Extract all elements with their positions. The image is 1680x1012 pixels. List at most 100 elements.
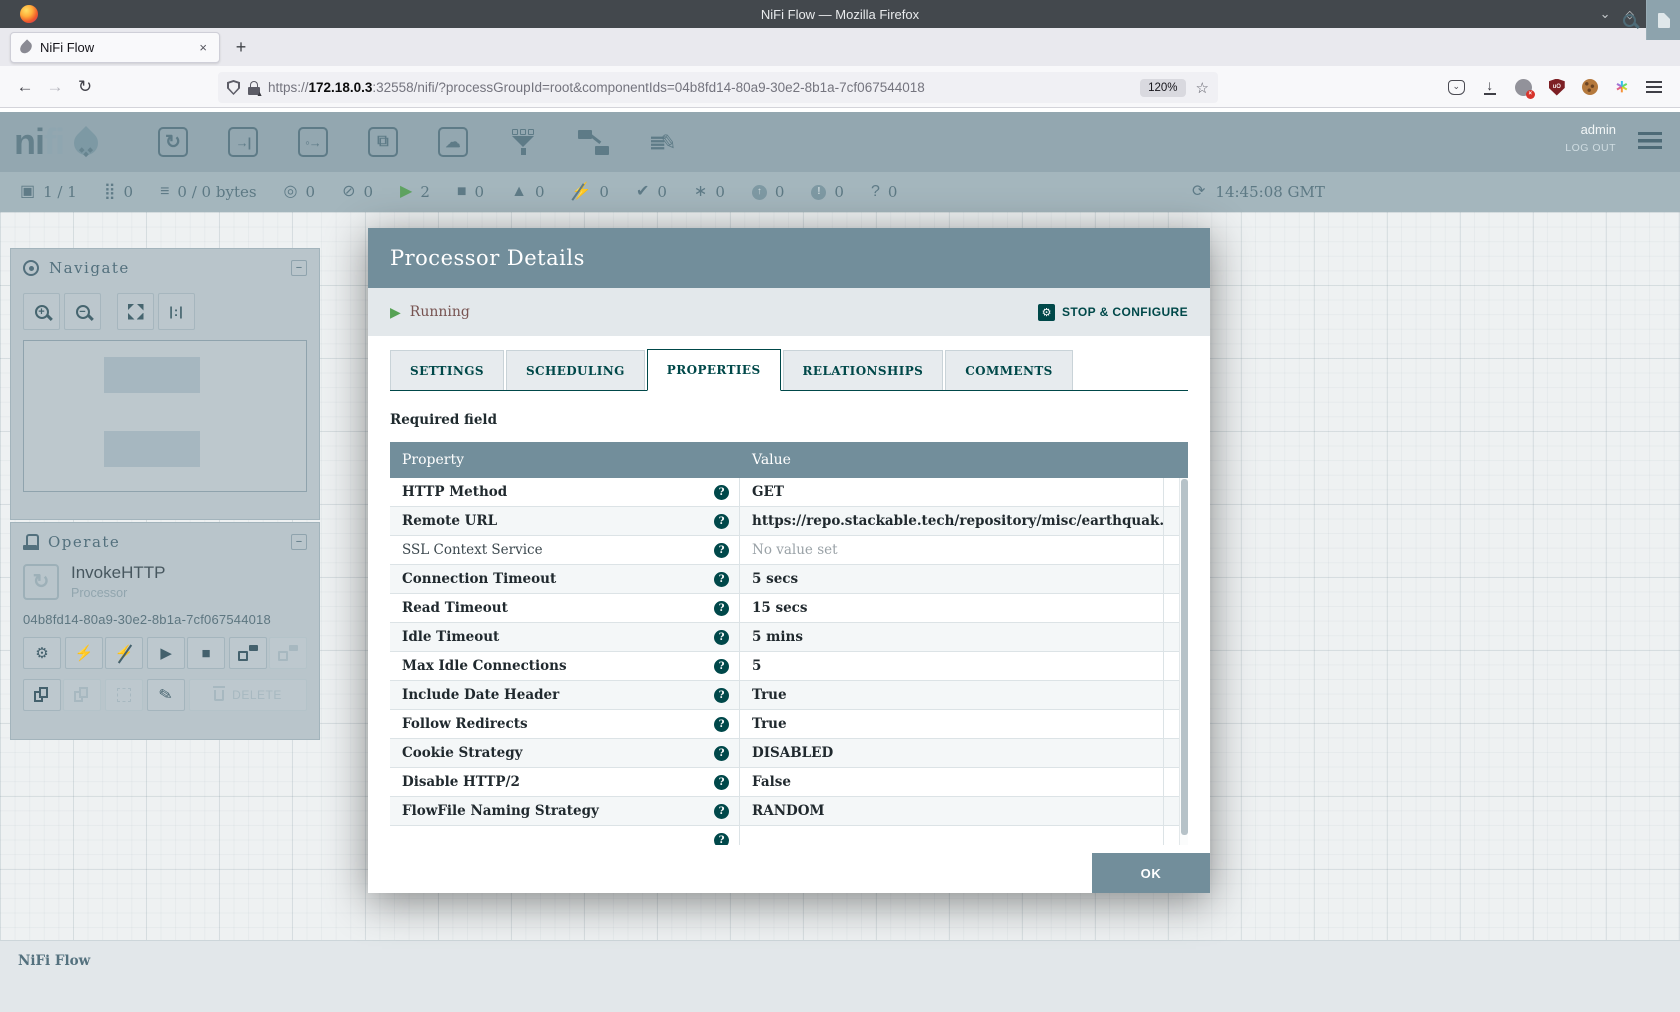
new-tab-button[interactable]: +	[228, 34, 254, 60]
disable-button[interactable]: ⚡	[105, 637, 143, 669]
ublock-origin-icon[interactable]: uO	[1549, 79, 1565, 96]
url-bar[interactable]: ▲ https://172.18.0.3:32558/nifi/?process…	[218, 72, 1218, 103]
logout-link[interactable]: LOG OUT	[1565, 142, 1616, 154]
tab-close-icon[interactable]: ×	[197, 40, 209, 55]
not-transmitting-icon: ⊘	[342, 184, 355, 200]
tab-SCHEDULING[interactable]: SCHEDULING	[506, 350, 645, 390]
brush-icon: ✎	[157, 684, 174, 706]
breadcrumb[interactable]: NiFi Flow	[18, 953, 90, 969]
property-row: Follow Redirects True	[390, 710, 1179, 739]
tab-SETTINGS[interactable]: SETTINGS	[390, 350, 504, 390]
up-to-date-icon: ✔	[636, 184, 649, 200]
enable-button[interactable]: ⚡	[65, 637, 103, 669]
zoom-in-icon: +	[35, 305, 49, 319]
drag-processor-icon[interactable]: ↻	[154, 123, 192, 161]
drag-remote-process-group-icon[interactable]: ☁	[434, 123, 472, 161]
property-row: Disable HTTP/2 False	[390, 768, 1179, 797]
property-row	[390, 826, 1179, 845]
hand-icon	[23, 534, 38, 550]
pocket-icon[interactable]: ⌄	[1448, 80, 1465, 95]
extension-proxy-icon[interactable]: ×	[1515, 79, 1532, 96]
property-row: HTTP Method GET	[390, 478, 1179, 507]
tab-PROPERTIES[interactable]: PROPERTIES	[647, 349, 781, 391]
ok-button[interactable]: OK	[1092, 853, 1210, 893]
running-icon: ▶	[400, 184, 412, 200]
page-zoom-badge[interactable]: 120%	[1140, 79, 1185, 97]
property-row: Cookie Strategy DISABLED	[390, 739, 1179, 768]
downloads-icon[interactable]: ↓	[1482, 79, 1498, 95]
stop-and-configure-button[interactable]: ⚙ STOP & CONFIGURE	[1038, 304, 1188, 321]
help-icon[interactable]	[714, 543, 729, 558]
bookmark-star-icon[interactable]: ☆	[1196, 79, 1209, 97]
status-queued: ≡0 / 0 bytes	[160, 183, 256, 201]
copy-button[interactable]	[23, 679, 61, 711]
browser-tab[interactable]: NiFi Flow ×	[10, 32, 220, 63]
zoom-out-button[interactable]: −	[64, 293, 101, 330]
status-stale: ↑0	[752, 183, 785, 201]
drag-funnel-icon[interactable]	[504, 123, 542, 161]
upload-template-button	[269, 637, 307, 669]
drag-input-port-icon[interactable]: →|	[224, 123, 262, 161]
operate-collapse-button[interactable]: −	[291, 534, 307, 550]
window-minimize-icon[interactable]: ⌄	[1600, 6, 1611, 22]
active-threads-icon: ⣿	[104, 184, 116, 200]
help-icon[interactable]	[714, 804, 729, 819]
start-button[interactable]: ▶	[147, 637, 185, 669]
zoom-actual-size-button[interactable]: |:|	[158, 293, 195, 330]
global-menu-icon[interactable]	[1638, 132, 1662, 149]
back-button[interactable]: ←	[10, 72, 40, 102]
help-icon[interactable]	[714, 514, 729, 529]
refresh-icon[interactable]: ⟳	[1192, 184, 1205, 200]
zoom-fit-button[interactable]	[117, 293, 154, 330]
drag-template-icon[interactable]	[574, 123, 612, 161]
tab-title: NiFi Flow	[40, 40, 197, 55]
stop-button[interactable]: ■	[187, 637, 225, 669]
help-icon[interactable]	[714, 775, 729, 790]
tracking-shield-icon[interactable]	[227, 80, 240, 95]
minimap-component	[104, 431, 200, 467]
create-template-button[interactable]	[229, 637, 267, 669]
extension-asterisk-icon[interactable]: ∗	[1615, 77, 1629, 97]
help-icon[interactable]	[714, 746, 729, 761]
property-row: Connection Timeout 5 secs	[390, 565, 1179, 594]
drag-label-icon[interactable]: ≣✎	[644, 123, 682, 161]
zoom-out-icon: −	[76, 305, 90, 319]
help-icon[interactable]	[714, 717, 729, 732]
birdseye-minimap[interactable]	[23, 340, 307, 492]
table-scrollbar[interactable]	[1179, 478, 1188, 845]
last-refreshed-time: 14:45:08 GMT	[1215, 183, 1324, 201]
processor-details-dialog: Processor Details ▶ Running ⚙ STOP & CON…	[368, 228, 1210, 893]
navigate-collapse-button[interactable]: −	[291, 260, 307, 276]
selected-component-id: 04b8fd14-80a9-30e2-8b1a-7cf067544018	[23, 612, 307, 627]
help-icon[interactable]	[714, 630, 729, 645]
configure-button[interactable]: ⚙	[23, 637, 61, 669]
drag-process-group-icon[interactable]: ⧉	[364, 123, 402, 161]
search-button[interactable]	[1612, 0, 1646, 40]
reload-button[interactable]: ↻	[70, 72, 100, 102]
help-icon[interactable]	[714, 688, 729, 703]
cookie-extension-icon[interactable]	[1582, 79, 1598, 95]
help-icon[interactable]	[714, 572, 729, 587]
dialog-status-bar: ▶ Running ⚙ STOP & CONFIGURE	[368, 288, 1210, 336]
drag-output-port-icon[interactable]: ◦→	[294, 123, 332, 161]
url-text[interactable]: https://172.18.0.3:32558/nifi/?processGr…	[268, 80, 1132, 95]
value-column-header: Value	[740, 452, 1188, 468]
nifi-logo: nifi	[14, 124, 136, 160]
help-icon[interactable]	[714, 485, 729, 500]
tab-COMMENTS[interactable]: COMMENTS	[945, 350, 1072, 390]
help-icon[interactable]	[714, 659, 729, 674]
change-color-button[interactable]: ✎	[147, 679, 185, 711]
tab-RELATIONSHIPS[interactable]: RELATIONSHIPS	[783, 350, 944, 390]
help-icon[interactable]	[714, 601, 729, 616]
flow-settings-button[interactable]	[1646, 0, 1680, 40]
scrollbar-thumb[interactable]	[1181, 479, 1188, 835]
group-icon	[117, 688, 131, 702]
help-icon[interactable]	[714, 833, 729, 846]
zoom-in-button[interactable]: +	[23, 293, 60, 330]
lock-warning-icon[interactable]: ▲	[248, 81, 260, 96]
nifi-droplet-icon	[69, 126, 103, 160]
status-clustered-nodes: ▣1 / 1	[20, 183, 77, 201]
browser-menu-icon[interactable]	[1646, 81, 1662, 93]
dialog-tabs: SETTINGSSCHEDULINGPROPERTIESRELATIONSHIP…	[390, 350, 1188, 391]
sync-failure-icon: ?	[871, 184, 880, 200]
